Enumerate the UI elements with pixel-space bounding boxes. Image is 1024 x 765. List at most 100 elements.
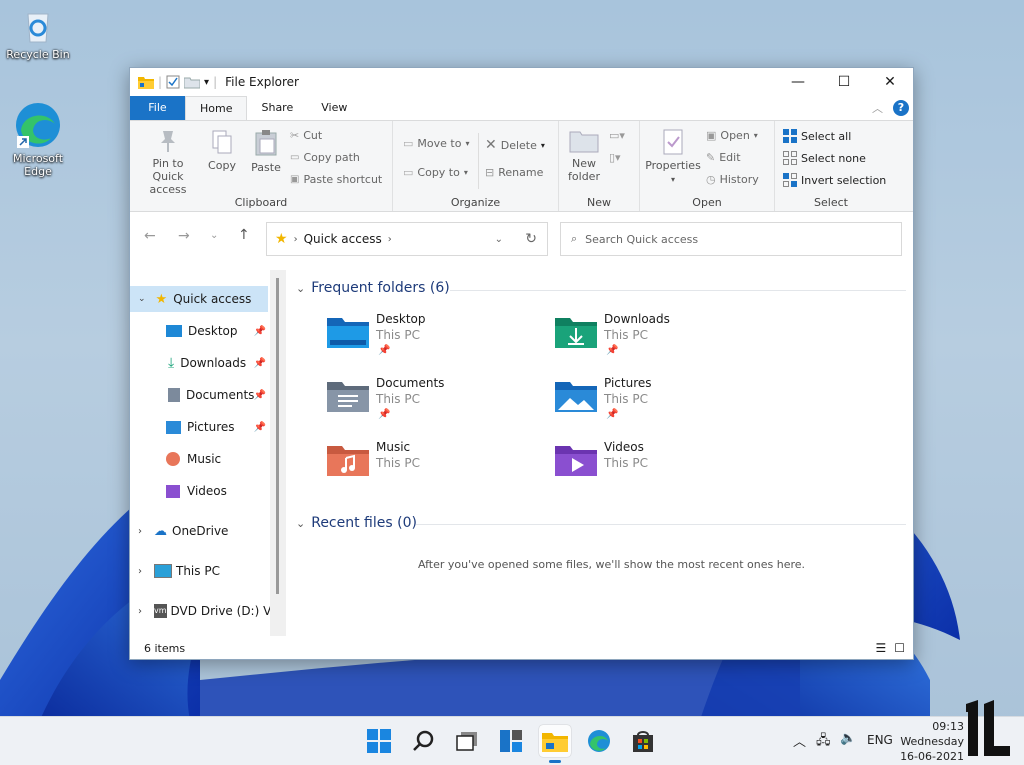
copy-button[interactable]: Copy xyxy=(204,129,240,172)
new-folder-icon[interactable] xyxy=(184,75,201,89)
nav-label: Desktop xyxy=(188,324,238,338)
nav-scrollbar[interactable] xyxy=(270,270,286,636)
select-group: Select all Select none Invert selection … xyxy=(775,121,887,211)
delete-x-icon: ✕ xyxy=(485,137,497,153)
input-language[interactable]: ENG xyxy=(867,733,893,747)
button-label: Pin to Quick xyxy=(152,157,184,183)
folder-tile[interactable]: Downloads This PC 📌 xyxy=(554,312,774,368)
file-explorer-taskbar-button[interactable] xyxy=(539,725,571,763)
forward-arrow-icon[interactable]: → xyxy=(178,228,190,244)
clock-date: 16-06-2021 xyxy=(900,750,964,763)
search-button[interactable] xyxy=(408,725,440,757)
group-label: Open xyxy=(692,196,722,209)
details-view-icon[interactable]: ☰ xyxy=(875,641,886,655)
recent-locations-chevron-icon[interactable]: ⌄ xyxy=(210,230,218,241)
folder-location: This PC xyxy=(604,392,648,406)
folder-tile[interactable]: Pictures This PC 📌 xyxy=(554,376,774,432)
history-button[interactable]: ◷ History xyxy=(706,173,759,186)
tab-view[interactable]: View xyxy=(307,96,361,120)
properties-button[interactable]: Properties ▾ xyxy=(644,129,702,186)
nav-item-music[interactable]: Music xyxy=(130,446,268,472)
open-button[interactable]: ▣ Open ▾ xyxy=(706,129,758,142)
cut-button[interactable]: ✂ Cut xyxy=(290,129,322,142)
up-arrow-icon[interactable]: ↑ xyxy=(238,227,250,243)
pictures-folder-icon xyxy=(555,382,597,412)
folder-tile[interactable]: Desktop This PC 📌 xyxy=(326,312,546,368)
edge-taskbar-button[interactable] xyxy=(583,725,615,757)
volume-icon[interactable]: 🔈 xyxy=(840,731,856,746)
navigation-pane: ⌄ ★ Quick access Desktop 📌 ⤓ Downloads 📌… xyxy=(130,270,280,638)
refresh-icon[interactable]: ↻ xyxy=(525,231,537,247)
nav-item-quick-access[interactable]: ⌄ ★ Quick access xyxy=(130,286,268,312)
nav-item-downloads[interactable]: ⤓ Downloads 📌 xyxy=(130,350,268,376)
tab-home[interactable]: Home xyxy=(185,96,248,120)
frequent-folders-header[interactable]: ⌄ Frequent folders (6) xyxy=(296,280,450,296)
new-folder-icon xyxy=(569,131,599,153)
scrollbar-thumb[interactable] xyxy=(276,278,279,594)
address-dropdown-icon[interactable]: ⌄ xyxy=(495,234,503,245)
recent-files-header[interactable]: ⌄ Recent files (0) xyxy=(296,515,417,531)
collapse-ribbon-icon[interactable]: ︿ xyxy=(872,100,883,116)
tab-file[interactable]: File xyxy=(130,96,185,120)
music-folder-icon xyxy=(327,446,369,476)
move-to-button[interactable]: ▭ Move to ▾ xyxy=(403,137,469,150)
divider xyxy=(450,290,906,291)
delete-button[interactable]: ✕ Delete ▾ xyxy=(485,137,545,153)
close-button[interactable]: ✕ xyxy=(867,68,913,96)
search-input[interactable]: ⌕ Search Quick access xyxy=(560,222,902,256)
rename-button[interactable]: ⊟ Rename xyxy=(485,166,543,179)
help-button[interactable]: ? xyxy=(893,100,909,116)
ribbon-tabs: File Home Share View ︿ ? xyxy=(130,96,913,120)
folder-tile[interactable]: Videos This PC xyxy=(554,440,774,496)
select-none-button[interactable]: Select none xyxy=(783,151,866,165)
edit-button[interactable]: ✎ Edit xyxy=(706,151,741,164)
tab-share[interactable]: Share xyxy=(247,96,307,120)
button-label: Rename xyxy=(498,166,544,179)
desktop-icon-recycle-bin[interactable]: Recycle Bin xyxy=(0,6,76,61)
folder-name: Music xyxy=(376,440,411,454)
nav-item-this-pc[interactable]: › This PC xyxy=(130,558,268,584)
folder-tile[interactable]: Documents This PC 📌 xyxy=(326,376,546,432)
widgets-button[interactable] xyxy=(495,725,527,757)
edge-icon xyxy=(16,103,60,148)
address-row: ← → ⌄ ↑ ★ › Quick access › ⌄ ↻ ⌕ Search … xyxy=(130,212,913,264)
nav-item-pictures[interactable]: Pictures 📌 xyxy=(130,414,268,440)
file-explorer-window: | ▾ | File Explorer — ☐ ✕ File Home Shar… xyxy=(129,67,914,660)
invert-selection-button[interactable]: Invert selection xyxy=(783,173,886,187)
network-icon[interactable]: 🖧 xyxy=(816,731,831,753)
paste-shortcut-button[interactable]: ▣ Paste shortcut xyxy=(290,173,382,186)
large-icons-view-icon[interactable]: ☐ xyxy=(894,641,905,655)
start-button[interactable] xyxy=(363,725,395,757)
pin-to-quick-access-button[interactable]: Pin to Quick access xyxy=(136,129,200,196)
chevron-down-icon[interactable]: ▾ xyxy=(204,77,209,88)
select-all-button[interactable]: Select all xyxy=(783,129,851,143)
maximize-button[interactable]: ☐ xyxy=(821,68,867,96)
minimize-button[interactable]: — xyxy=(775,68,821,96)
pin-icon: 📌 xyxy=(378,345,391,356)
nav-label: Pictures xyxy=(187,420,235,434)
task-view-button[interactable] xyxy=(451,725,483,757)
back-arrow-icon[interactable]: ← xyxy=(144,228,156,244)
taskbar-clock[interactable]: 09:13 Wednesday 16-06-2021 xyxy=(900,719,964,764)
download-arrow-icon: ⤓ xyxy=(168,355,175,371)
nav-item-videos[interactable]: Videos xyxy=(130,478,268,504)
paste-button[interactable]: Paste xyxy=(246,129,286,174)
easy-access-button[interactable]: ▯▾ xyxy=(609,151,621,164)
folder-tile[interactable]: Music This PC xyxy=(326,440,546,496)
desktop-icon-edge[interactable]: Microsoft Edge xyxy=(0,100,76,178)
new-item-button[interactable]: ▭▾ xyxy=(609,129,625,142)
nav-item-dvd-drive[interactable]: › vm DVD Drive (D:) VM xyxy=(130,598,280,624)
store-taskbar-button[interactable] xyxy=(627,725,659,757)
nav-item-desktop[interactable]: Desktop 📌 xyxy=(130,318,268,344)
show-hidden-icons-chevron-icon[interactable]: ︿ xyxy=(793,731,806,750)
store-icon xyxy=(633,731,653,752)
nav-item-onedrive[interactable]: › ☁ OneDrive xyxy=(130,518,268,544)
nav-item-documents[interactable]: Documents 📌 xyxy=(130,382,268,408)
copy-path-button[interactable]: ▭ Copy path xyxy=(290,151,360,164)
nav-label: Documents xyxy=(186,388,255,402)
properties-check-icon[interactable] xyxy=(166,75,180,89)
copy-to-button[interactable]: ▭ Copy to ▾ xyxy=(403,166,468,179)
chevron-down-icon: ▾ xyxy=(463,168,468,177)
address-bar[interactable]: ★ › Quick access › ⌄ ↻ xyxy=(266,222,548,256)
new-folder-button[interactable]: New folder xyxy=(565,129,603,183)
